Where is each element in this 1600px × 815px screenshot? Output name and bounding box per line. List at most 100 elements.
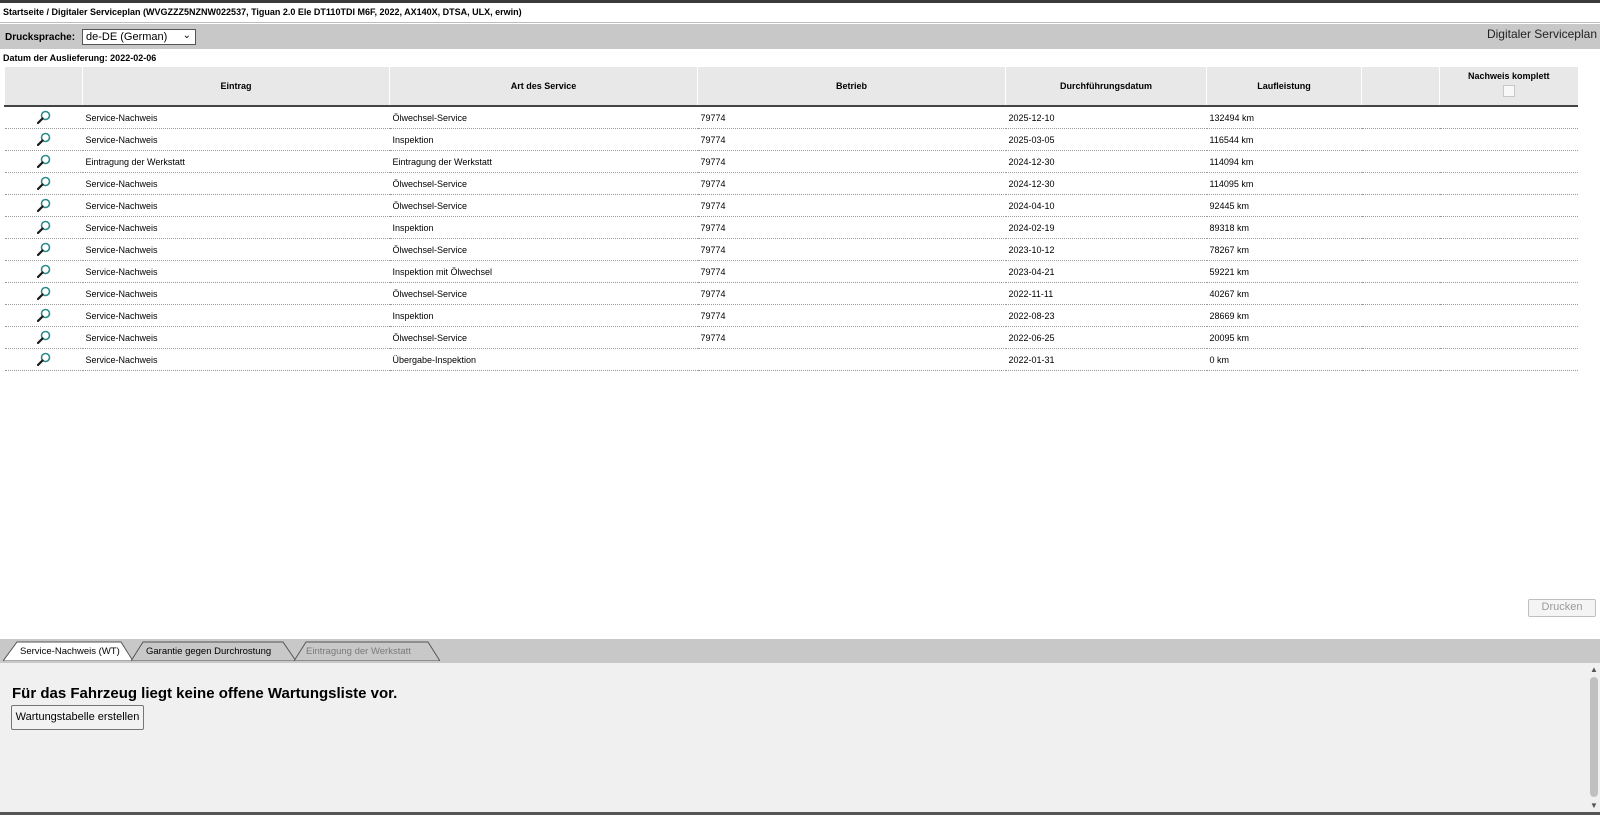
- delivery-date: Datum der Auslieferung: 2022-02-06: [3, 53, 157, 63]
- cell-datum: 2023-10-12: [1005, 238, 1207, 261]
- magnifier-icon[interactable]: [36, 198, 51, 214]
- tab-eintragung-label: Eintragung der Werkstatt: [306, 646, 411, 657]
- cell-empty: [1361, 348, 1440, 371]
- cell-empty: [1361, 150, 1440, 173]
- magnifier-icon[interactable]: [36, 264, 51, 280]
- magnifier-icon[interactable]: [36, 154, 51, 170]
- cell-laufleistung: 78267 km: [1206, 238, 1362, 261]
- cell-nachweis-komplett: [1439, 172, 1578, 195]
- cell-laufleistung: 28669 km: [1206, 304, 1362, 327]
- cell-eintrag: Service-Nachweis: [82, 348, 390, 371]
- cell-betrieb: 79774: [697, 304, 1006, 327]
- cell-betrieb: 79774: [697, 128, 1006, 151]
- tab-service-nachweis-label: Service-Nachweis (WT): [20, 646, 120, 657]
- row-icon-cell: [4, 326, 83, 349]
- cell-laufleistung: 89318 km: [1206, 216, 1362, 239]
- toolbar: Drucksprache: de-DE (German) ⌄ Digitaler…: [0, 24, 1600, 49]
- cell-eintrag: Service-Nachweis: [82, 260, 390, 283]
- magnifier-icon[interactable]: [36, 176, 51, 192]
- magnifier-icon[interactable]: [36, 110, 51, 126]
- magnifier-icon[interactable]: [36, 352, 51, 368]
- table-row: Service-Nachweis Inspektion 79774 2022-08-2…: [4, 304, 1578, 327]
- cell-betrieb: 79774: [697, 326, 1006, 349]
- table-header-row: Eintrag Art des Service Betrieb Durchfüh…: [4, 67, 1578, 107]
- tab-service-nachweis[interactable]: Service-Nachweis (WT): [3, 641, 133, 661]
- cell-art: Eintragung der Werkstatt: [389, 150, 698, 173]
- cell-betrieb: 79774: [697, 106, 1006, 129]
- cell-datum: 2023-04-21: [1005, 260, 1207, 283]
- cell-art: Übergabe-Inspektion: [389, 348, 698, 371]
- cell-nachweis-komplett: [1439, 150, 1578, 173]
- cell-eintrag: Service-Nachweis: [82, 326, 390, 349]
- cell-datum: 2024-02-19: [1005, 216, 1207, 239]
- header-art-des-service[interactable]: Art des Service: [389, 67, 698, 107]
- table-row: Service-Nachweis Ölwechsel-Service 79774 20…: [4, 238, 1578, 261]
- header-eintrag[interactable]: Eintrag: [82, 67, 390, 107]
- cell-empty: [1361, 106, 1440, 129]
- tab-garantie-label: Garantie gegen Durchrostung: [146, 646, 272, 657]
- cell-nachweis-komplett: [1439, 326, 1578, 349]
- cell-empty: [1361, 216, 1440, 239]
- magnifier-icon[interactable]: [36, 220, 51, 236]
- cell-art: Ölwechsel-Service: [389, 106, 698, 129]
- nachweis-komplett-checkbox[interactable]: [1502, 85, 1515, 97]
- panel-scrollbar[interactable]: ▲ ▼: [1588, 663, 1600, 815]
- tab-bar: Service-Nachweis (WT) Garantie gegen Dur…: [0, 639, 1600, 663]
- cell-nachweis-komplett: [1439, 348, 1578, 371]
- create-maintenance-table-button[interactable]: Wartungstabelle erstellen: [11, 705, 144, 730]
- header-betrieb[interactable]: Betrieb: [697, 67, 1006, 107]
- header-empty: [1361, 67, 1440, 107]
- row-icon-cell: [4, 150, 83, 173]
- table-row: Service-Nachweis Übergabe-Inspektion 2022-…: [4, 348, 1578, 371]
- cell-eintrag: Service-Nachweis: [82, 282, 390, 305]
- print-button[interactable]: Drucken: [1528, 599, 1596, 617]
- breadcrumb: Startseite / Digitaler Serviceplan (WVGZ…: [3, 7, 522, 17]
- header-nachweis-komplett-label: Nachweis komplett: [1467, 71, 1550, 81]
- cell-datum: 2022-06-25: [1005, 326, 1207, 349]
- cell-art: Ölwechsel-Service: [389, 172, 698, 195]
- service-table: Eintrag Art des Service Betrieb Durchfüh…: [4, 67, 1578, 371]
- cell-betrieb: 79774: [697, 216, 1006, 239]
- header-laufleistung[interactable]: Laufleistung: [1206, 67, 1362, 107]
- cell-betrieb: 79774: [697, 238, 1006, 261]
- header-nachweis-komplett: Nachweis komplett: [1439, 67, 1578, 107]
- table-row: Service-Nachweis Ölwechsel-Service 79774 20…: [4, 194, 1578, 217]
- header-durchfuehrungsdatum[interactable]: Durchführungsdatum: [1005, 67, 1207, 107]
- cell-laufleistung: 40267 km: [1206, 282, 1362, 305]
- cell-nachweis-komplett: [1439, 282, 1578, 305]
- cell-art: Ölwechsel-Service: [389, 326, 698, 349]
- cell-datum: 2022-08-23: [1005, 304, 1207, 327]
- cell-datum: 2022-01-31: [1005, 348, 1207, 371]
- scroll-up-icon[interactable]: ▲: [1590, 665, 1598, 674]
- tab-garantie[interactable]: Garantie gegen Durchrostung: [131, 641, 296, 661]
- cell-laufleistung: 116544 km: [1206, 128, 1362, 151]
- cell-empty: [1361, 282, 1440, 305]
- magnifier-icon[interactable]: [36, 308, 51, 324]
- tab-eintragung[interactable]: Eintragung der Werkstatt: [294, 641, 440, 661]
- maintenance-panel: Für das Fahrzeug liegt keine offene Wart…: [0, 663, 1600, 815]
- cell-betrieb: 79774: [697, 282, 1006, 305]
- cell-eintrag: Service-Nachweis: [82, 194, 390, 217]
- cell-nachweis-komplett: [1439, 304, 1578, 327]
- cell-laufleistung: 0 km: [1206, 348, 1362, 371]
- magnifier-icon[interactable]: [36, 132, 51, 148]
- scroll-down-icon[interactable]: ▼: [1590, 801, 1598, 810]
- panel-message: Für das Fahrzeug liegt keine offene Wart…: [12, 685, 398, 702]
- print-language-select[interactable]: de-DE (German) ⌄: [82, 29, 196, 45]
- cell-art: Ölwechsel-Service: [389, 282, 698, 305]
- cell-eintrag: Eintragung der Werkstatt: [82, 150, 390, 173]
- top-bar: Startseite / Digitaler Serviceplan (WVGZ…: [0, 0, 1600, 23]
- cell-art: Inspektion: [389, 216, 698, 239]
- cell-empty: [1361, 304, 1440, 327]
- scroll-thumb[interactable]: [1590, 677, 1598, 797]
- magnifier-icon[interactable]: [36, 286, 51, 302]
- cell-empty: [1361, 260, 1440, 283]
- cell-laufleistung: 114095 km: [1206, 172, 1362, 195]
- cell-nachweis-komplett: [1439, 128, 1578, 151]
- magnifier-icon[interactable]: [36, 242, 51, 258]
- table-row: Service-Nachweis Inspektion 79774 2025-03-0…: [4, 128, 1578, 151]
- magnifier-icon[interactable]: [36, 330, 51, 346]
- table-row: Eintragung der Werkstatt Eintragung der W…: [4, 150, 1578, 173]
- app-title: Digitaler Serviceplan: [1486, 27, 1597, 41]
- cell-eintrag: Service-Nachweis: [82, 128, 390, 151]
